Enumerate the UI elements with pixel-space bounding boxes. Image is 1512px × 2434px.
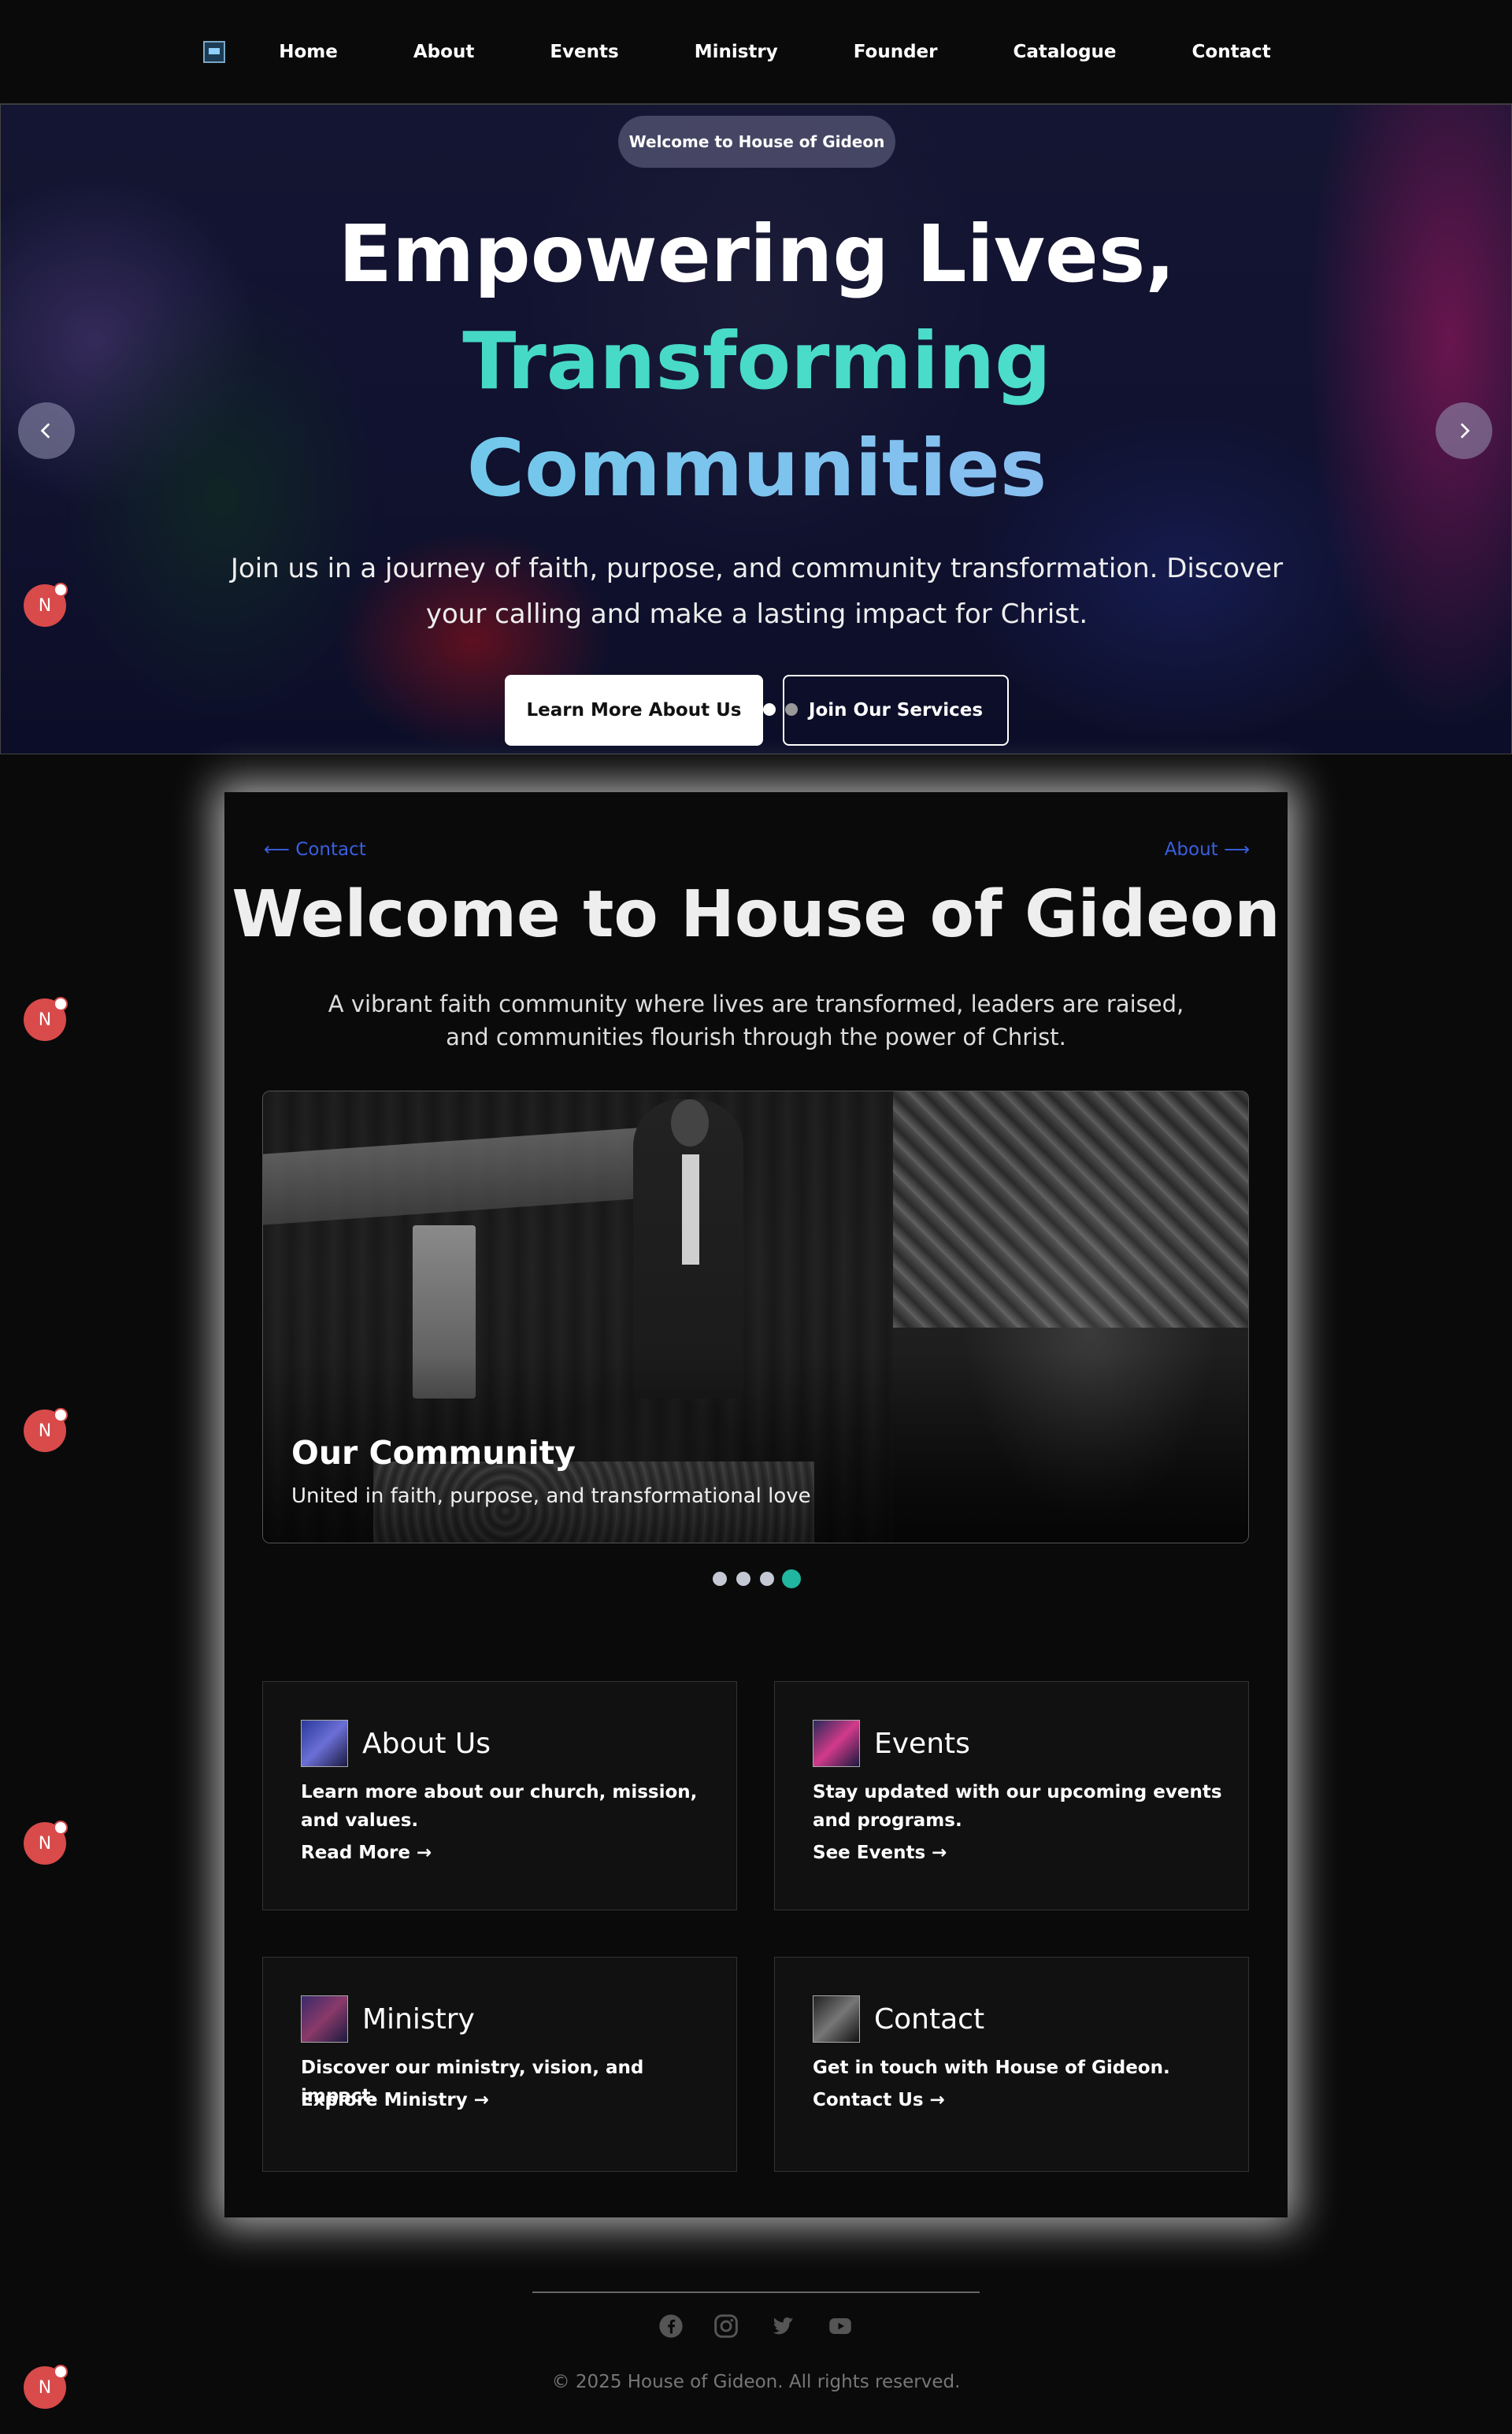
hero-next-button[interactable] [1436, 402, 1492, 459]
card-title: Events [874, 1727, 970, 1760]
instagram-icon [714, 2314, 738, 2338]
nav-ministry[interactable]: Ministry [657, 42, 816, 62]
next-page-label: About [1164, 839, 1218, 860]
copyright-text: © 2025 House of Gideon. All rights reser… [551, 2372, 961, 2392]
hero-prev-button[interactable] [18, 402, 75, 459]
welcome-title: Welcome to House of Gideon [232, 877, 1280, 952]
instagram-link[interactable] [712, 2312, 740, 2340]
twitter-link[interactable] [769, 2312, 797, 2340]
nav-founder[interactable]: Founder [816, 42, 976, 62]
slide-title: Our Community [291, 1434, 576, 1472]
contact-us-link[interactable]: Contact Us → [813, 2090, 945, 2110]
youtube-icon [829, 2318, 851, 2334]
card-header: Ministry [301, 1995, 475, 2043]
youtube-link[interactable] [826, 2312, 854, 2340]
nav-about[interactable]: About [376, 42, 512, 62]
see-events-link[interactable]: See Events → [813, 1843, 947, 1863]
prev-page-link[interactable]: ⟵ Contact [264, 839, 366, 860]
floating-n-badge[interactable]: N [24, 997, 68, 1041]
ministry-card[interactable]: Ministry Discover our ministry, vision, … [262, 1957, 737, 2172]
join-services-button[interactable]: Join Our Services [783, 675, 1009, 746]
card-description: Get in touch with House of Gideon. [813, 2058, 1170, 2078]
site-logo[interactable] [203, 40, 226, 63]
hero-banner: Welcome to House of Gideon Empowering Li… [0, 104, 1512, 754]
card-description: Learn more about our church, mission, an… [301, 1782, 698, 1831]
footer-divider [532, 2291, 980, 2293]
card-title: Contact [874, 2002, 985, 2036]
community-slide[interactable]: Our Community United in faith, purpose, … [262, 1091, 1249, 1543]
slide-caption: United in faith, purpose, and transforma… [291, 1484, 811, 1508]
slide-pager-dot[interactable] [713, 1572, 727, 1586]
events-thumbnail [813, 1720, 860, 1767]
card-header: Contact [813, 1995, 984, 2043]
next-page-link[interactable]: About ⟶ [1165, 839, 1250, 860]
hero-title-line-2: Transforming [1, 308, 1511, 415]
welcome-section: ⟵ Contact About ⟶ Welcome to House of Gi… [224, 792, 1288, 2217]
events-card[interactable]: Events Stay updated with our upcoming ev… [774, 1681, 1249, 1910]
card-header: About Us [301, 1720, 491, 1767]
floating-n-badge[interactable]: N [24, 1821, 68, 1865]
nav-home[interactable]: Home [241, 42, 376, 62]
nav-events[interactable]: Events [512, 42, 656, 62]
prev-page-label: Contact [295, 839, 366, 860]
floating-n-badge[interactable]: N [24, 583, 68, 627]
nav-catalogue[interactable]: Catalogue [975, 42, 1154, 62]
card-header: Events [813, 1720, 970, 1767]
chevron-right-icon [1460, 423, 1470, 439]
ministry-thumbnail [301, 1995, 348, 2043]
facebook-link[interactable] [657, 2312, 685, 2340]
arrow-right-icon: ⟶ [1217, 839, 1250, 860]
contact-card[interactable]: Contact Get in touch with House of Gideo… [774, 1957, 1249, 2172]
explore-ministry-link[interactable]: Explore Ministry → [301, 2090, 489, 2110]
contact-thumbnail [813, 1995, 860, 2043]
about-us-card[interactable]: About Us Learn more about our church, mi… [262, 1681, 737, 1910]
learn-more-button[interactable]: Learn More About Us [505, 675, 763, 746]
floating-n-badge[interactable]: N [24, 2365, 68, 2409]
facebook-icon [659, 2314, 683, 2338]
slide-pager-dot[interactable] [736, 1572, 750, 1586]
card-title: About Us [362, 1727, 491, 1760]
slide-pager-dot-active[interactable] [782, 1569, 801, 1588]
hero-title-line-1: Empowering Lives, [338, 208, 1176, 300]
hero-title-line-3: Communities [1, 415, 1511, 522]
twitter-icon [773, 2317, 794, 2335]
top-navigation: Home About Events Ministry Founder Catal… [0, 0, 1512, 104]
welcome-subtitle: A vibrant faith community where lives ar… [328, 991, 1184, 1050]
slide-photo-crowd [893, 1091, 1248, 1328]
floating-n-badge[interactable]: N [24, 1408, 68, 1452]
about-thumbnail [301, 1720, 348, 1767]
arrow-left-icon: ⟵ [264, 839, 296, 860]
read-more-link[interactable]: Read More → [301, 1843, 432, 1863]
nav-links: Home About Events Ministry Founder Catal… [203, 40, 1309, 63]
card-title: Ministry [362, 2002, 475, 2036]
card-description: Stay updated with our upcoming events an… [813, 1782, 1222, 1831]
hero-welcome-badge: Welcome to House of Gideon [618, 116, 895, 168]
nav-contact[interactable]: Contact [1154, 42, 1309, 62]
chevron-left-icon [40, 423, 50, 439]
slide-pager-dot[interactable] [760, 1572, 774, 1586]
hero-slide-dot[interactable] [763, 703, 776, 716]
hero-subtitle: Join us in a journey of faith, purpose, … [230, 553, 1284, 630]
